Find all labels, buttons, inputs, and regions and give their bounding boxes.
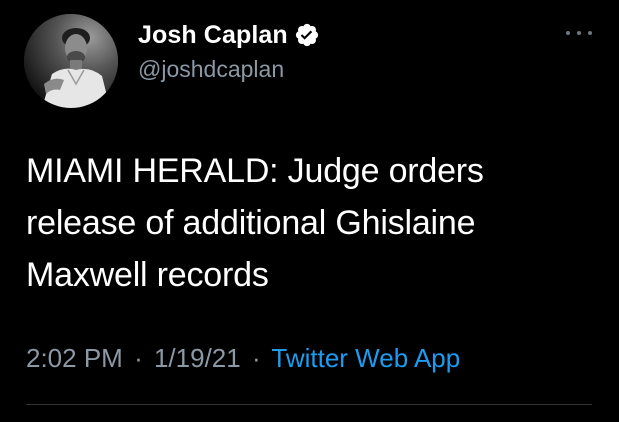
tweet-text-line: Maxwell records	[26, 256, 269, 294]
author-handle[interactable]: @joshdcaplan	[138, 56, 284, 83]
tweet-text-line: MIAMI HERALD: Judge orders	[26, 152, 484, 190]
tweet-date[interactable]: 1/19/21	[154, 343, 241, 373]
meta-separator: ·	[251, 343, 261, 373]
author-name-row[interactable]: Josh Caplan	[138, 18, 320, 52]
tweet: Josh Caplan @joshdcaplan MIAMI HERALD: J…	[0, 0, 619, 422]
tweet-metadata: 2:02 PM · 1/19/21 · Twitter Web App	[26, 343, 460, 374]
more-options-icon[interactable]	[566, 28, 592, 38]
avatar[interactable]	[24, 14, 118, 108]
more-dot	[566, 31, 570, 35]
tweet-time[interactable]: 2:02 PM	[26, 343, 123, 373]
divider	[26, 404, 592, 405]
tweet-source-link[interactable]: Twitter Web App	[271, 343, 460, 373]
tweet-text-line: release of additional Ghislaine	[26, 204, 476, 242]
verified-badge-icon	[294, 22, 320, 48]
avatar-photo-icon	[24, 14, 118, 108]
author-display-name[interactable]: Josh Caplan	[138, 21, 288, 50]
meta-separator: ·	[134, 343, 143, 373]
more-dot	[577, 31, 581, 35]
more-dot	[588, 31, 592, 35]
tweet-text: MIAMI HERALD: Judge orders release of ad…	[26, 145, 586, 301]
